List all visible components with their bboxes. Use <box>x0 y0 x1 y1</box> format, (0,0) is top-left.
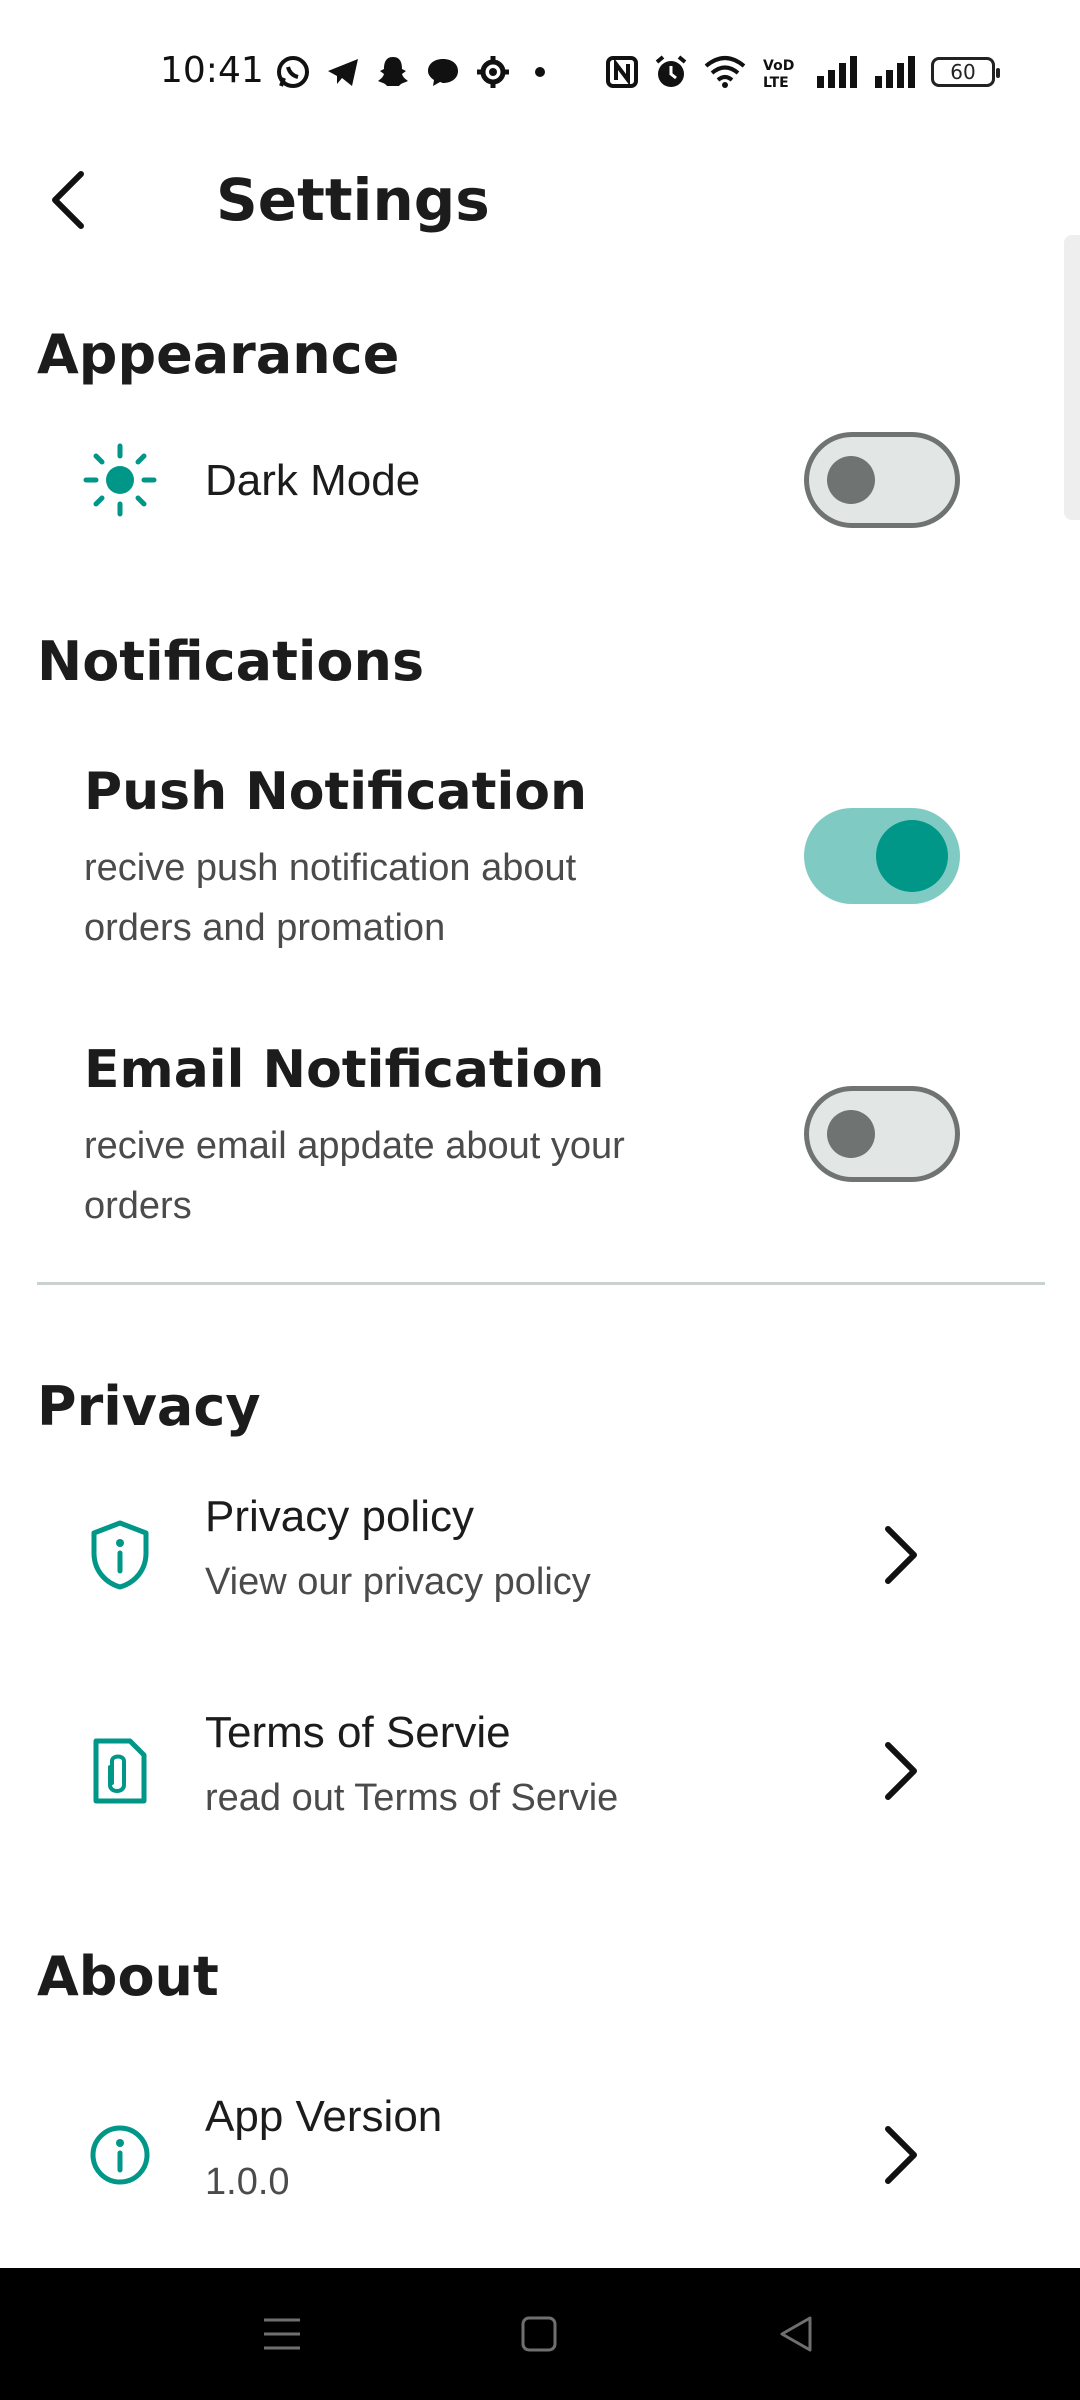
email-notification-toggle[interactable] <box>804 1086 960 1182</box>
email-notification-subtitle-line2: orders <box>84 1185 192 1227</box>
signal-icon <box>875 56 915 88</box>
toggle-thumb <box>827 1110 875 1158</box>
menu-icon <box>264 2318 300 2350</box>
notification-icons <box>275 50 555 94</box>
wifi-icon <box>704 56 746 88</box>
section-heading-about: About <box>37 1945 219 2008</box>
system-back-button[interactable] <box>760 2298 832 2370</box>
recent-apps-button[interactable] <box>246 2298 318 2370</box>
navigation-bar <box>0 2268 1080 2400</box>
telegram-icon <box>328 59 358 86</box>
terms-of-service-subtitle: read out Terms of Servie <box>205 1777 619 1819</box>
chevron-right-icon <box>870 1515 930 1595</box>
shield-info-icon <box>80 1515 160 1595</box>
email-notification-title: Email Notification <box>84 1040 605 1100</box>
section-heading-privacy: Privacy <box>37 1375 261 1438</box>
document-clip-icon <box>80 1731 160 1811</box>
push-notification-subtitle-line2: orders and promation <box>84 907 446 949</box>
settings-icon <box>477 56 509 88</box>
chat-icon <box>428 59 458 86</box>
app-version-title: App Version <box>205 2092 443 2141</box>
alarm-icon <box>655 55 687 87</box>
chevron-right-icon <box>870 2115 930 2195</box>
signal-icon <box>817 56 857 88</box>
toggle-thumb <box>827 456 875 504</box>
chevron-left-icon <box>52 171 84 229</box>
system-icons: VoD LTE 60 <box>605 50 1000 94</box>
status-time: 10:41 <box>160 50 264 91</box>
battery-icon: 60 <box>931 57 1000 87</box>
chevron-right-icon <box>870 1731 930 1811</box>
push-notification-subtitle-line1: recive push notification about <box>84 847 577 889</box>
battery-level: 60 <box>950 60 976 84</box>
volte-icon: VoDLTE <box>763 58 794 90</box>
section-heading-appearance: Appearance <box>37 323 400 386</box>
back-button[interactable] <box>30 162 106 238</box>
status-bar: 10:41 VoD LTE 60 <box>0 0 1080 140</box>
dot-icon <box>535 67 545 77</box>
email-notification-row[interactable]: Email Notification recive email appdate … <box>0 1038 1080 1238</box>
dark-mode-toggle[interactable] <box>804 432 960 528</box>
privacy-policy-subtitle: View our privacy policy <box>205 1561 591 1603</box>
sun-icon <box>80 440 160 520</box>
nfc-icon <box>606 56 638 88</box>
divider <box>37 1282 1045 1285</box>
push-notification-title: Push Notification <box>84 762 588 822</box>
app-version-value: 1.0.0 <box>205 2161 290 2203</box>
section-heading-notifications: Notifications <box>37 630 425 693</box>
privacy-policy-title: Privacy policy <box>205 1492 474 1541</box>
dark-mode-label: Dark Mode <box>205 456 421 505</box>
whatsapp-icon <box>277 56 309 88</box>
snapchat-icon <box>378 57 408 86</box>
svg-text:VoD: VoD <box>763 58 794 74</box>
app-version-row[interactable]: App Version 1.0.0 <box>0 2090 1080 2225</box>
dark-mode-row[interactable]: Dark Mode <box>0 430 1080 530</box>
svg-text:LTE: LTE <box>763 75 789 90</box>
push-notification-toggle[interactable] <box>804 808 960 904</box>
terms-of-service-title: Terms of Servie <box>205 1708 511 1757</box>
push-notification-row[interactable]: Push Notification recive push notificati… <box>0 760 1080 960</box>
info-icon <box>80 2115 160 2195</box>
email-notification-subtitle-line1: recive email appdate about your <box>84 1125 625 1167</box>
back-triangle-icon <box>780 2316 812 2352</box>
home-button[interactable] <box>503 2298 575 2370</box>
app-bar: Settings <box>0 140 1080 260</box>
home-square-icon <box>521 2316 557 2352</box>
toggle-thumb <box>876 820 948 892</box>
page-title: Settings <box>216 166 490 234</box>
privacy-policy-row[interactable]: Privacy policy View our privacy policy <box>0 1490 1080 1625</box>
terms-of-service-row[interactable]: Terms of Servie read out Terms of Servie <box>0 1706 1080 1841</box>
